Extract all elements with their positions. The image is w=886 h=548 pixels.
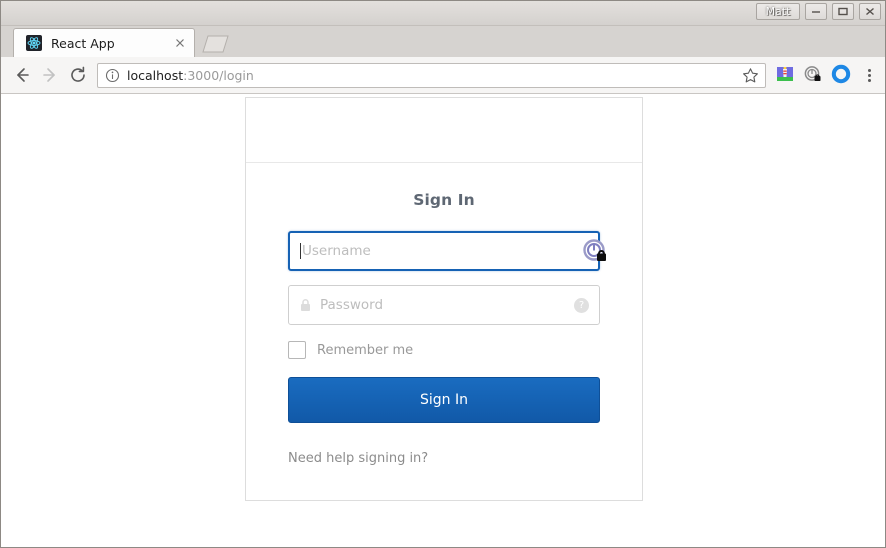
browser-window: Matt React App localhost:3000/login Sign…: [0, 0, 886, 548]
title-bar: Matt: [1, 1, 885, 26]
url-text: localhost:3000/login: [127, 68, 742, 83]
reload-icon[interactable]: [64, 61, 92, 89]
tab-react-app[interactable]: React App: [13, 28, 195, 57]
username-placeholder: Username: [302, 243, 371, 259]
password-manager-lock-icon[interactable]: [580, 236, 610, 266]
url-path: :3000/login: [183, 67, 254, 83]
remember-me-checkbox[interactable]: [288, 341, 306, 359]
tab-close-icon[interactable]: [172, 35, 188, 51]
react-logo-icon: [26, 35, 42, 51]
remember-me-row[interactable]: Remember me: [288, 341, 600, 359]
lighthouse-extension-icon[interactable]: [775, 64, 797, 86]
tab-strip: React App: [1, 26, 885, 57]
need-help-link[interactable]: Need help signing in?: [288, 451, 600, 466]
tab-title: React App: [51, 35, 115, 51]
password-field[interactable]: Password ?: [288, 285, 600, 325]
signin-submit-button[interactable]: Sign In: [288, 377, 600, 423]
forward-arrow-icon: [36, 61, 64, 89]
window-controls: Matt: [756, 3, 881, 20]
browser-toolbar: localhost:3000/login: [1, 57, 885, 94]
password-placeholder: Password: [320, 297, 384, 313]
card-logo-area: [246, 98, 642, 163]
signin-form: Sign In Username Password ? Remember me …: [246, 163, 642, 500]
menu-dot: [867, 68, 871, 72]
new-tab-icon[interactable]: [197, 34, 231, 54]
close-button[interactable]: [859, 3, 881, 20]
bookmark-star-icon[interactable]: [742, 67, 759, 84]
maximize-button[interactable]: [832, 3, 854, 20]
address-bar[interactable]: localhost:3000/login: [97, 62, 766, 88]
password-help-icon[interactable]: ?: [574, 297, 589, 313]
page-viewport: Sign In Username Password ? Remember me …: [1, 94, 885, 547]
username-field[interactable]: Username: [288, 231, 606, 271]
minimize-button[interactable]: [805, 3, 827, 20]
menu-dot: [867, 78, 871, 82]
blue-circle-extension-icon[interactable]: [831, 64, 853, 86]
page-info-icon[interactable]: [105, 68, 120, 83]
menu-dot: [867, 73, 871, 77]
profile-chip[interactable]: Matt: [756, 3, 800, 20]
chrome-menu-icon[interactable]: [860, 64, 878, 86]
lock-icon: [299, 298, 312, 313]
page-title: Sign In: [413, 191, 475, 209]
password-manager-extension-icon[interactable]: [803, 64, 825, 86]
remember-me-label: Remember me: [317, 342, 414, 358]
signin-card: Sign In Username Password ? Remember me …: [245, 97, 643, 501]
text-caret: [300, 243, 301, 259]
url-host: localhost: [127, 67, 184, 83]
back-arrow-icon[interactable]: [8, 61, 36, 89]
